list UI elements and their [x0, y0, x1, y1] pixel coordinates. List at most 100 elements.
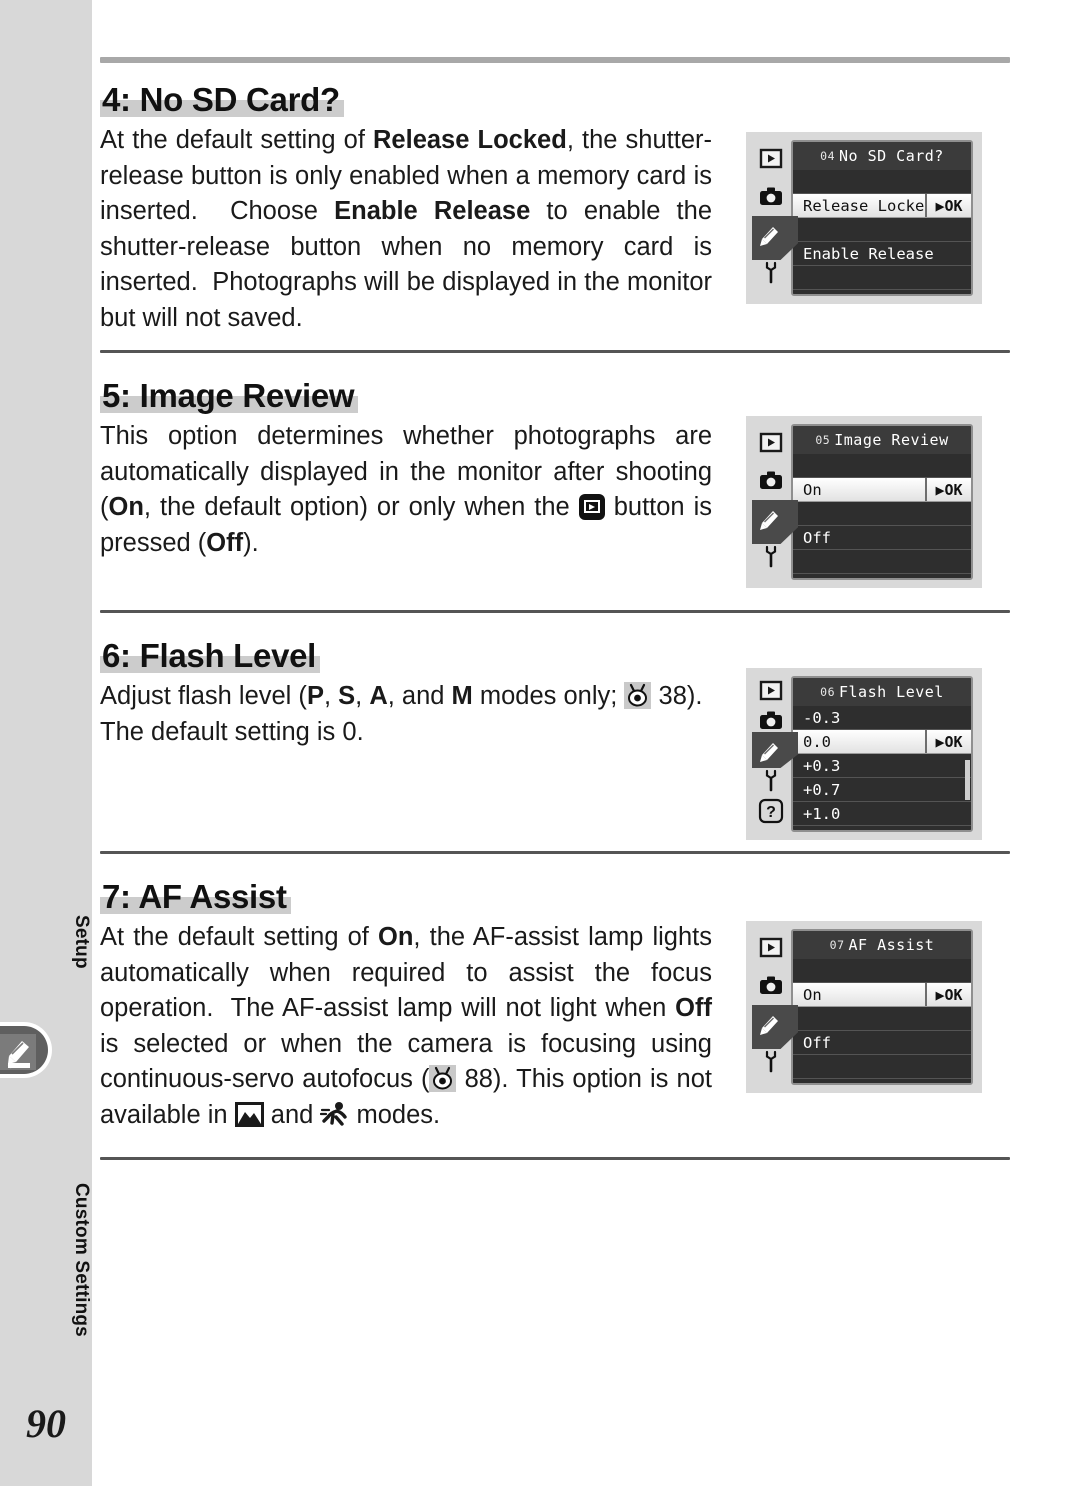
lcd-row-empty: [793, 1007, 971, 1031]
lcd-ok-button[interactable]: ▶OK: [925, 730, 971, 753]
lcd-sidebar: [752, 921, 798, 1093]
lcd-playback-icon[interactable]: [756, 935, 786, 961]
playback-button-icon: [578, 494, 605, 520]
section-heading-text: 5: Image Review: [102, 377, 355, 414]
lcd-panel: 06 Flash Level -0.3 0.0 ▶OK +0.3 +0.7 +1.0: [791, 676, 973, 832]
pencil-icon: [0, 1034, 36, 1070]
lcd-pencil-icon[interactable]: [756, 738, 786, 764]
section-heading: 4: No SD Card?: [100, 79, 344, 119]
lcd-wrench-icon[interactable]: [756, 1049, 786, 1075]
lcd-ok-button[interactable]: ▶OK: [925, 983, 971, 1006]
lcd-row-list: On ▶OK Off: [793, 454, 971, 578]
lcd-row[interactable]: -0.3: [793, 706, 971, 730]
lcd-row-empty: [793, 170, 971, 194]
lcd-row-empty: [793, 502, 971, 526]
lcd-row-empty: [793, 218, 971, 242]
lcd-sidebar: ?: [752, 668, 798, 840]
lcd-row-label: +1.0: [803, 804, 841, 823]
lcd-scrollbar[interactable]: [965, 760, 970, 800]
sports-mode-icon: [320, 1101, 349, 1127]
lcd-row[interactable]: +0.3: [793, 754, 971, 778]
lcd-row-label: 0.0: [803, 732, 831, 751]
lcd-wrench-icon[interactable]: [756, 260, 786, 286]
lcd-row[interactable]: Off: [793, 526, 971, 550]
lcd-row-label: +0.3: [803, 756, 841, 775]
lcd-camera-icon[interactable]: [756, 468, 786, 494]
lcd-row[interactable]: +1.0: [793, 802, 971, 826]
lcd-row-list: On ▶OK Off: [793, 959, 971, 1083]
lcd-row-empty: [793, 550, 971, 574]
lcd-menu-number: 05: [815, 433, 831, 447]
lcd-row[interactable]: Off: [793, 1031, 971, 1055]
section-heading-text: 4: No SD Card?: [102, 81, 340, 118]
reference-eye-icon: [429, 1065, 457, 1092]
lcd-menu-number: 06: [820, 685, 835, 699]
lcd-pencil-icon[interactable]: [756, 1011, 786, 1037]
lcd-sidebar: [752, 416, 798, 588]
lcd-panel: 04 No SD Card? Release Locke ▶OK Enable Rele…: [791, 140, 973, 296]
lcd-title: 07 AF Assist: [793, 931, 971, 959]
lcd-playback-icon[interactable]: [756, 146, 786, 172]
lcd-row[interactable]: Enable Release: [793, 242, 971, 266]
lcd-title: 04 No SD Card?: [793, 142, 971, 170]
landscape-mode-icon: [234, 1101, 264, 1127]
lcd-row[interactable]: On ▶OK: [793, 478, 971, 502]
lcd-row-empty: [793, 959, 971, 983]
lcd-camera-icon[interactable]: [756, 184, 786, 210]
lcd-title-text: No SD Card?: [839, 147, 944, 165]
lcd-wrench-icon[interactable]: [756, 768, 786, 794]
section-body: At the default setting of Release Locked…: [100, 126, 713, 332]
lcd-row-label: +0.7: [803, 780, 841, 799]
lcd-row-label: Enable Release: [803, 244, 934, 263]
section-heading: 5: Image Review: [100, 375, 359, 415]
lcd-row[interactable]: Release Locke ▶OK: [793, 194, 971, 218]
lcd-wrench-icon[interactable]: [756, 544, 786, 570]
lcd-ok-button[interactable]: ▶OK: [925, 478, 971, 501]
lcd-help-icon[interactable]: ?: [756, 798, 786, 824]
section-body: Adjust flash level (P, S, A, and M modes…: [100, 682, 710, 746]
lcd-row[interactable]: +0.7: [793, 778, 971, 802]
tab-label-custom-settings: Custom Settings: [71, 1183, 92, 1337]
lcd-ok-button[interactable]: ▶OK: [925, 194, 971, 217]
lcd-screenshot-flash-level: ? 06 Flash Level -0.3 0.0 ▶OK +0.3 +0.7 +1.0: [746, 668, 982, 840]
lcd-title-text: AF Assist: [848, 936, 935, 954]
lcd-menu-number: 04: [820, 149, 835, 163]
lcd-panel: 05 Image Review On ▶OK Off: [791, 424, 973, 580]
lcd-row-empty: [793, 266, 971, 290]
lcd-row-label: On: [803, 985, 822, 1004]
section-rule-3: [100, 851, 1010, 854]
section-rule-1: [100, 350, 1010, 353]
lcd-pencil-icon[interactable]: [756, 506, 786, 532]
lcd-row[interactable]: 0.0 ▶OK: [793, 730, 971, 754]
lcd-screenshot-af-assist: 07 AF Assist On ▶OK Off: [746, 921, 982, 1093]
section-rule-4: [100, 1157, 1010, 1160]
lcd-playback-icon[interactable]: [756, 430, 786, 456]
lcd-playback-icon[interactable]: [756, 678, 786, 704]
lcd-title: 05 Image Review: [793, 426, 971, 454]
lcd-sidebar: [752, 132, 798, 304]
lcd-row-label: Off: [803, 1033, 831, 1052]
tab-label-setup: Setup: [71, 915, 92, 969]
lcd-row-label: On: [803, 480, 822, 499]
section-heading-text: 7: AF Assist: [102, 878, 287, 915]
section-heading: 6: Flash Level: [100, 635, 321, 675]
lcd-pencil-icon[interactable]: [756, 222, 786, 248]
lcd-title-text: Image Review: [834, 431, 949, 449]
lcd-row-label: -0.3: [803, 708, 841, 727]
section-heading: 7: AF Assist: [100, 876, 291, 916]
reference-eye-icon: [624, 682, 652, 709]
lcd-camera-icon[interactable]: [756, 708, 786, 734]
page-number: 90: [26, 1401, 66, 1446]
section-rule-2: [100, 610, 1010, 613]
lcd-row[interactable]: On ▶OK: [793, 983, 971, 1007]
lcd-title-text: Flash Level: [839, 683, 944, 701]
lcd-camera-icon[interactable]: [756, 973, 786, 999]
lcd-row-list: Release Locke ▶OK Enable Release: [793, 170, 971, 294]
lcd-row-label: Release Locke: [803, 196, 925, 215]
lcd-screenshot-image-review: 05 Image Review On ▶OK Off: [746, 416, 982, 588]
lcd-row-label: Off: [803, 528, 831, 547]
lcd-menu-number: 07: [829, 938, 845, 952]
lcd-row-list: -0.3 0.0 ▶OK +0.3 +0.7 +1.0: [793, 706, 971, 830]
lcd-panel: 07 AF Assist On ▶OK Off: [791, 929, 973, 1085]
section-heading-text: 6: Flash Level: [102, 637, 317, 674]
